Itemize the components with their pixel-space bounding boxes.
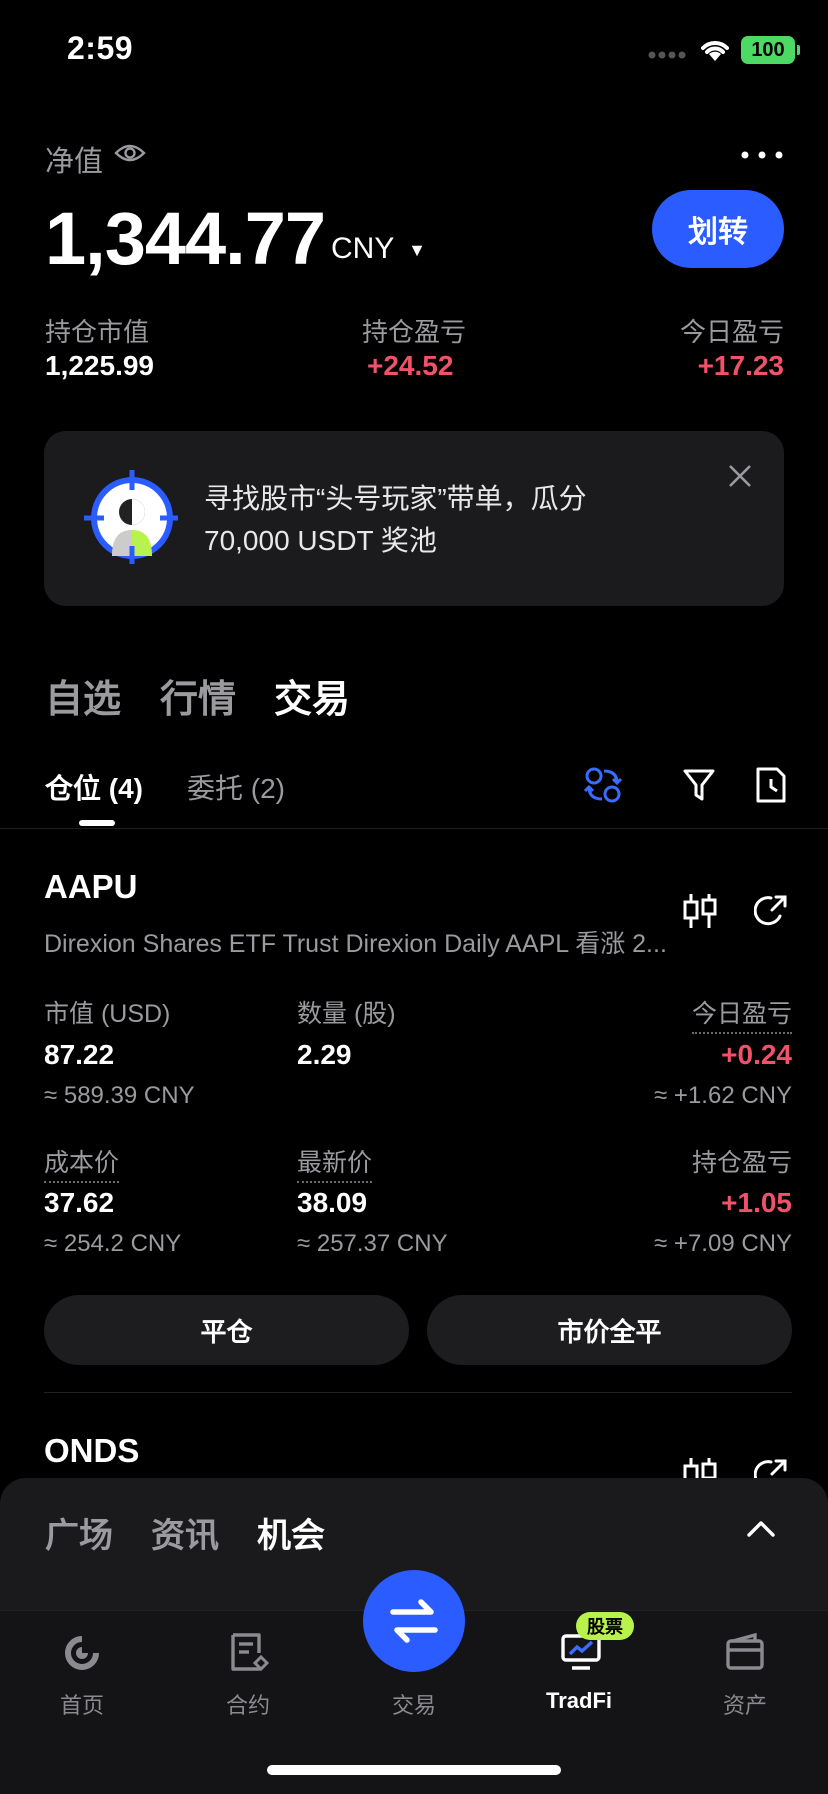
filter-icon[interactable] bbox=[682, 768, 716, 802]
close-icon[interactable] bbox=[728, 464, 752, 488]
market-value-cny: ≈ 589.39 CNY bbox=[44, 1082, 195, 1109]
home-indicator bbox=[267, 1765, 561, 1775]
tab-orders[interactable]: 委托 (2) bbox=[187, 767, 285, 807]
drawer-tab-news[interactable]: 资讯 bbox=[151, 1508, 219, 1557]
eye-icon[interactable] bbox=[114, 141, 146, 165]
position-ticker-2[interactable]: ONDS bbox=[44, 1432, 139, 1470]
cost-price-value: 37.62 bbox=[44, 1187, 115, 1218]
cost-price-cny: ≈ 254.2 CNY bbox=[44, 1230, 182, 1257]
tab-trade-main[interactable]: 交易 bbox=[354, 1688, 474, 1720]
target-avatar-icon bbox=[82, 468, 178, 564]
last-price-value: 38.09 bbox=[297, 1187, 368, 1218]
tab-trade[interactable]: 交易 bbox=[274, 668, 350, 723]
share-icon[interactable] bbox=[754, 894, 788, 928]
chevron-up-icon[interactable] bbox=[746, 1518, 776, 1538]
cost-price-label[interactable]: 成本价 bbox=[44, 1143, 120, 1183]
home-icon[interactable] bbox=[62, 1633, 102, 1673]
market-value: 87.22 bbox=[44, 1039, 115, 1070]
market-value-label: 市值 (USD) bbox=[44, 1000, 171, 1028]
tab-positions[interactable]: 仓位 (4) bbox=[45, 767, 143, 807]
candlestick-icon[interactable] bbox=[682, 892, 718, 930]
status-time: 2:59 bbox=[67, 30, 134, 66]
drawer-tab-opportunity[interactable]: 机会 bbox=[257, 1508, 325, 1557]
contract-icon[interactable] bbox=[229, 1631, 269, 1673]
currency-selector[interactable]: CNY ▼ bbox=[331, 232, 426, 266]
wallet-icon[interactable] bbox=[725, 1633, 765, 1671]
drawer-tab-square[interactable]: 广场 bbox=[45, 1508, 113, 1557]
banner-line-2: 70,000 USDT 奖池 bbox=[204, 525, 437, 556]
position-company: Direxion Shares ETF Trust Direxion Daily… bbox=[44, 930, 667, 958]
tab-watchlist[interactable]: 自选 bbox=[45, 668, 121, 723]
today-pnl-field-value: +0.24 bbox=[721, 1039, 792, 1070]
more-icon[interactable] bbox=[740, 150, 784, 160]
quantity-value: 2.29 bbox=[297, 1039, 352, 1070]
banner-text: 寻找股市“头号玩家”带单，瓜分 70,000 USDT 奖池 bbox=[204, 478, 587, 562]
battery-indicator: 100 bbox=[741, 36, 800, 64]
swap-icon bbox=[390, 1599, 438, 1643]
today-pnl-field-label[interactable]: 今日盈亏 bbox=[691, 994, 792, 1034]
tab-tradfi[interactable]: TradFi bbox=[519, 1688, 639, 1714]
tab-home[interactable]: 首页 bbox=[22, 1688, 142, 1720]
quantity-label: 数量 (股) bbox=[297, 1000, 396, 1028]
last-price-cny: ≈ 257.37 CNY bbox=[297, 1230, 448, 1257]
stock-badge: 股票 bbox=[576, 1612, 634, 1640]
today-pnl-label: 今日盈亏 bbox=[679, 317, 784, 347]
market-close-all-button[interactable]: 市价全平 bbox=[427, 1295, 792, 1365]
tab-market[interactable]: 行情 bbox=[160, 668, 236, 723]
banner-line-1: 寻找股市“头号玩家”带单，瓜分 bbox=[204, 483, 587, 514]
position-ticker[interactable]: AAPU bbox=[44, 868, 138, 906]
transfer-button[interactable]: 划转 bbox=[652, 190, 784, 268]
today-pnl-value: +17.23 bbox=[697, 350, 784, 381]
history-icon[interactable] bbox=[755, 766, 787, 804]
position-pnl-cny: ≈ +7.09 CNY bbox=[654, 1230, 792, 1257]
active-tab-indicator bbox=[79, 820, 115, 826]
net-value-label: 净值 bbox=[45, 146, 104, 178]
holding-pnl-value: +24.52 bbox=[367, 350, 454, 381]
tab-assets[interactable]: 资产 bbox=[685, 1688, 805, 1720]
holding-pnl-label: 持仓盈亏 bbox=[362, 317, 467, 347]
position-pnl-label: 持仓盈亏 bbox=[691, 1149, 792, 1177]
divider bbox=[0, 828, 828, 829]
caret-down-icon: ▼ bbox=[408, 239, 426, 260]
switch-icon[interactable] bbox=[584, 766, 622, 804]
last-price-label[interactable]: 最新价 bbox=[297, 1143, 373, 1183]
currency-label: CNY bbox=[331, 232, 394, 265]
signal-icon bbox=[648, 50, 686, 60]
holding-value-label: 持仓市值 bbox=[45, 317, 150, 347]
balance-value: 1,344.77 bbox=[45, 197, 326, 280]
today-pnl-field-cny: ≈ +1.62 CNY bbox=[654, 1082, 792, 1109]
holding-value: 1,225.99 bbox=[45, 350, 154, 381]
tab-contract[interactable]: 合约 bbox=[188, 1688, 308, 1720]
position-pnl-value: +1.05 bbox=[721, 1187, 792, 1218]
close-position-button[interactable]: 平仓 bbox=[44, 1295, 409, 1365]
card-divider bbox=[44, 1392, 792, 1393]
wifi-icon bbox=[698, 37, 732, 63]
trade-fab[interactable] bbox=[363, 1570, 465, 1672]
